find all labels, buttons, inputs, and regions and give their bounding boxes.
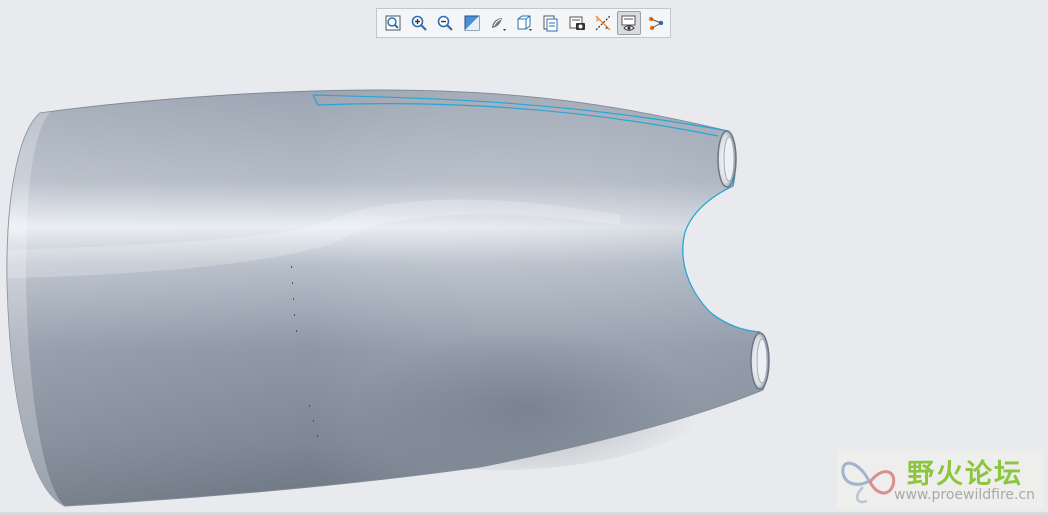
spin-center-icon [648, 16, 663, 31]
view-manager-button[interactable] [539, 11, 563, 35]
spin-center-button[interactable] [644, 11, 668, 35]
butterfly-logo-icon [841, 461, 896, 504]
svg-text:×: × [595, 17, 600, 24]
saved-orientations-icon [517, 15, 533, 31]
zoom-out-icon [438, 15, 454, 31]
watermark-url: www.proewildfire.cn [894, 487, 1036, 503]
saved-orientations-button[interactable] [512, 11, 536, 35]
watermark: 野火论坛 www.proewildfire.cn [837, 449, 1044, 509]
graphics-toolbar: × * [376, 8, 671, 38]
datum-display-icon: × * [595, 15, 611, 32]
3d-model-part[interactable] [0, 0, 1048, 515]
refit-button[interactable] [381, 11, 405, 35]
repaint-button[interactable] [460, 11, 484, 35]
zoom-out-button[interactable] [434, 11, 458, 35]
display-style-button[interactable] [486, 11, 510, 35]
zoom-in-button[interactable] [407, 11, 431, 35]
refit-icon [385, 15, 401, 31]
annotation-display-button[interactable] [617, 11, 642, 35]
perspective-view-icon [569, 16, 585, 30]
perspective-view-button[interactable] [565, 11, 589, 35]
watermark-forum-name: 野火论坛 [907, 459, 1023, 490]
datum-display-button[interactable]: × * [591, 11, 615, 35]
annotation-display-icon [621, 15, 636, 31]
view-manager-icon [543, 15, 558, 32]
svg-text:*: * [605, 26, 608, 32]
zoom-in-icon [411, 15, 427, 31]
repaint-icon [464, 15, 480, 31]
display-style-icon [491, 18, 506, 31]
